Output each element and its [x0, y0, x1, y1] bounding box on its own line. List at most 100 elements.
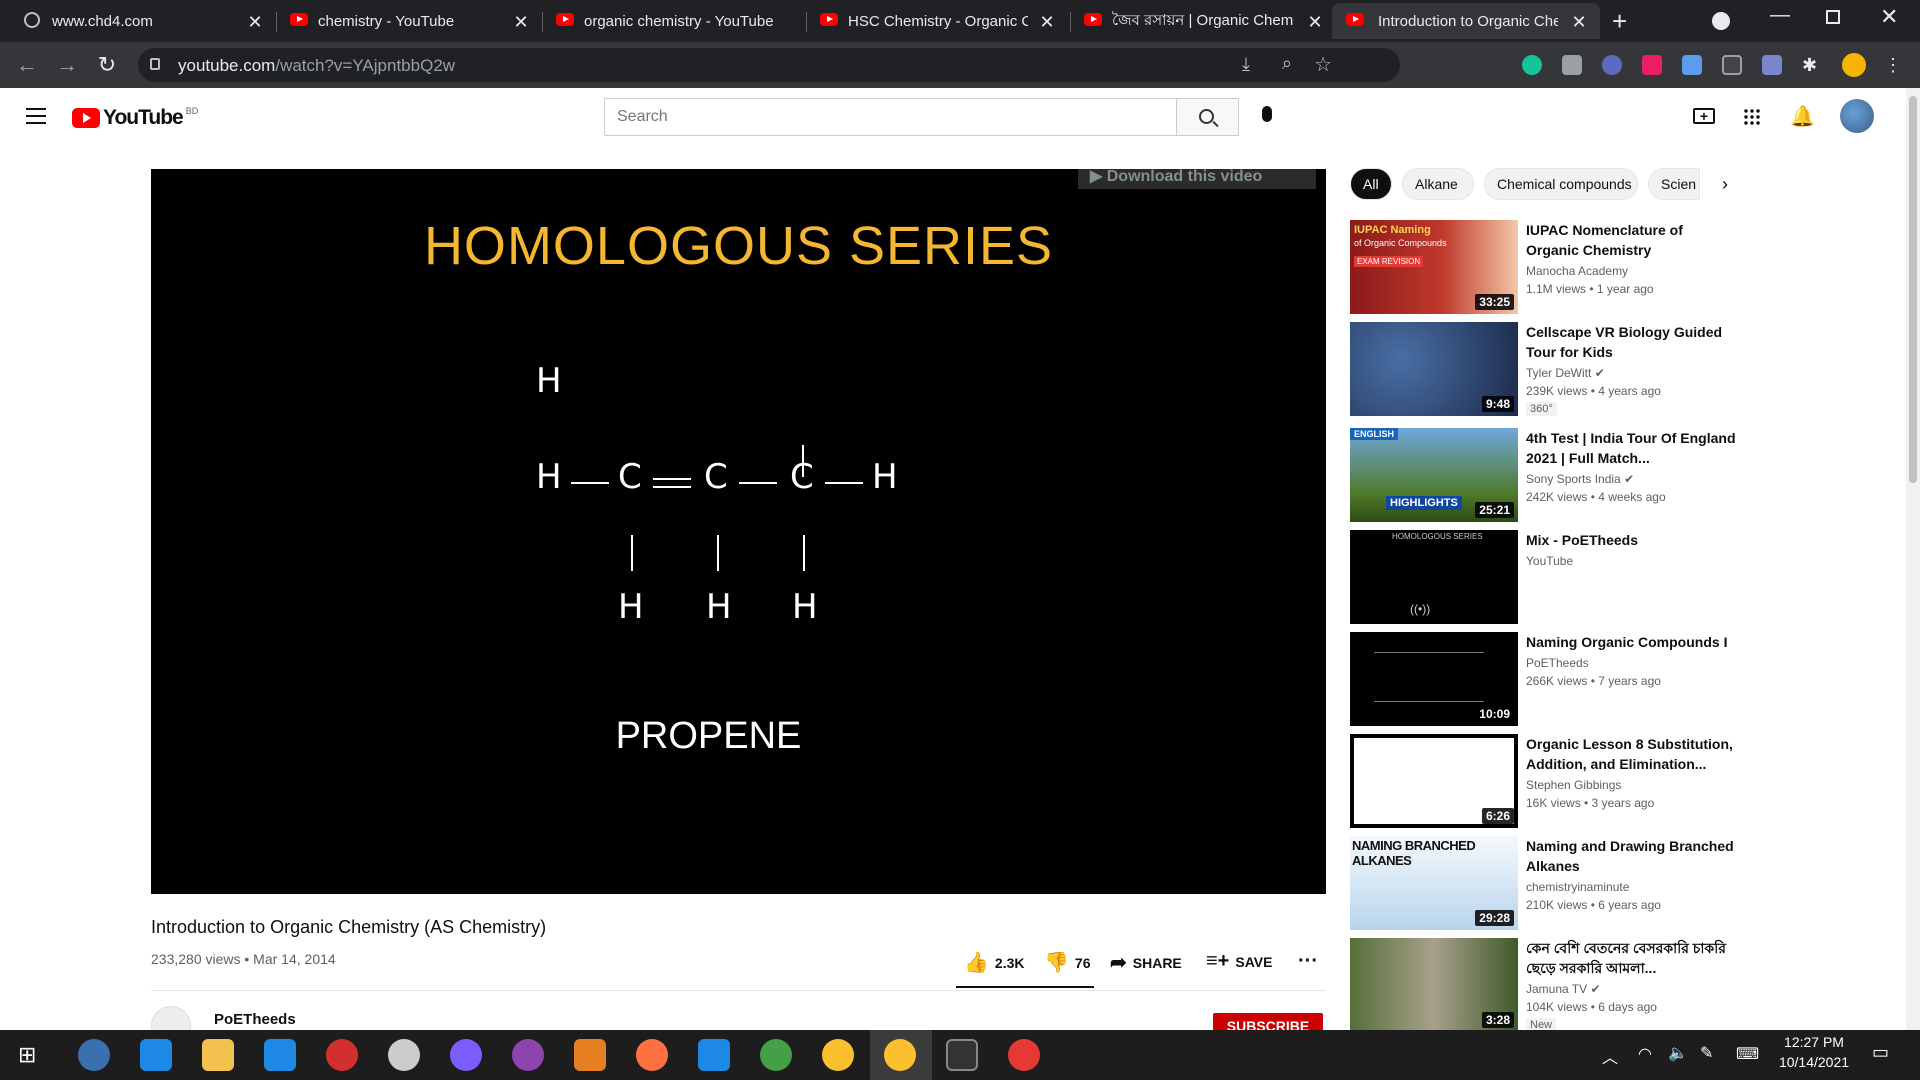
recommendation-item[interactable]: 6:26 Organic Lesson 8 Substitution, Addi… — [1350, 734, 1830, 830]
forward-button[interactable]: → — [54, 52, 80, 78]
keyboard-icon[interactable]: ⌨ — [1736, 1044, 1759, 1064]
wifi-icon[interactable]: ◠ — [1638, 1044, 1652, 1064]
recommendation-item[interactable]: ENGLISH HIGHLIGHTS 25:21 4th Test | Indi… — [1350, 428, 1830, 524]
app-icon[interactable] — [760, 1039, 792, 1071]
video-thumbnail[interactable]: 6:26 — [1350, 734, 1518, 828]
browser-menu-icon[interactable]: ⋮ — [1884, 55, 1904, 75]
screen-extension-icon[interactable] — [1722, 55, 1742, 75]
like-button[interactable]: 👍 2.3K — [964, 950, 1024, 975]
browser-tab-1[interactable]: www.chd4.com ✕ — [24, 3, 264, 39]
page-scrollbar[interactable] — [1906, 88, 1920, 1030]
share-button[interactable]: ➦ SHARE — [1110, 950, 1182, 975]
recommendation-item[interactable]: 9:48 Cellscape VR Biology Guided Tour fo… — [1350, 322, 1830, 418]
create-video-icon[interactable]: + — [1693, 108, 1715, 124]
video-player[interactable]: ▶ Download this video HOMOLOGOUS SERIES … — [151, 169, 1326, 894]
back-button[interactable]: ← — [14, 52, 40, 78]
microphone-icon[interactable] — [1262, 106, 1272, 122]
file-explorer-icon[interactable] — [202, 1039, 234, 1071]
close-tab-icon[interactable]: ✕ — [512, 12, 530, 33]
messenger-icon[interactable] — [450, 1039, 482, 1071]
reload-button[interactable]: ↻ — [94, 52, 120, 78]
recommendation-title: IUPAC Nomenclature of Organic Chemistry — [1526, 222, 1683, 258]
hamburger-menu-icon[interactable] — [26, 108, 46, 124]
region-code: BD — [185, 106, 199, 116]
close-tab-icon[interactable]: ✕ — [246, 12, 264, 33]
browser-tab-6-active[interactable]: Introduction to Organic Che ✕ — [1332, 3, 1600, 39]
video-thumbnail[interactable]: 3:28 — [1350, 938, 1518, 1030]
app-icon[interactable] — [78, 1039, 110, 1071]
video-thumbnail[interactable]: IUPAC Naming of Organic Compounds EXAM R… — [1350, 220, 1518, 314]
more-actions-icon[interactable]: ··· — [1298, 950, 1318, 973]
profile-avatar[interactable] — [1842, 53, 1866, 77]
video-thumbnail[interactable]: 10:09 — [1350, 632, 1518, 726]
browser-tab-5[interactable]: জৈব রসায়ন | Organic Chem ✕ — [1084, 3, 1324, 39]
puzzle-extensions-icon[interactable]: ✱ — [1802, 55, 1822, 75]
recommendation-item[interactable]: 10:09 Naming Organic Compounds I PoEThee… — [1350, 632, 1830, 728]
video-thumbnail[interactable]: ENGLISH HIGHLIGHTS 25:21 — [1350, 428, 1518, 522]
notifications-bell-icon[interactable]: 🔔 — [1790, 104, 1815, 129]
zoom-icon[interactable]: ⌕ — [1282, 53, 1292, 74]
address-bar[interactable]: youtube.com/watch?v=YAjpntbbQ2w ⤓ ⌕ ☆ — [138, 48, 1400, 82]
save-button[interactable]: ≡+ SAVE — [1206, 950, 1272, 973]
download-extension-icon[interactable] — [1682, 55, 1702, 75]
bookmark-star-icon[interactable]: ☆ — [1314, 52, 1332, 77]
recommendation-item[interactable]: IUPAC Naming of Organic Compounds EXAM R… — [1350, 220, 1830, 316]
chrome-icon[interactable] — [822, 1039, 854, 1071]
video-thumbnail[interactable]: NAMING BRANCHED ALKANES 29:28 — [1350, 836, 1518, 930]
chip-alkane[interactable]: Alkane — [1402, 168, 1474, 200]
pen-extension-icon[interactable] — [1762, 55, 1782, 75]
recommendation-item[interactable]: 3:28 কেন বেশি বেতনের বেসরকারি চাকরি ছেড়… — [1350, 938, 1830, 1030]
close-tab-icon[interactable]: ✕ — [1306, 12, 1324, 33]
chip-all[interactable]: All — [1350, 168, 1392, 200]
tab-search-icon[interactable] — [1712, 12, 1730, 30]
opera-icon[interactable] — [326, 1039, 358, 1071]
browser-tab-3[interactable]: organic chemistry - YouTube — [556, 3, 796, 39]
chrome-icon[interactable] — [884, 1039, 916, 1071]
recommendation-item[interactable]: HOMOLOGOUS SERIES ((•)) Mix - PoETheeds … — [1350, 530, 1830, 626]
volume-icon[interactable]: 🔈 — [1668, 1043, 1688, 1063]
download-video-button[interactable]: ▶ Download this video — [1078, 169, 1316, 189]
window-close-button[interactable]: ✕ — [1880, 4, 1898, 30]
close-tab-icon[interactable]: ✕ — [1038, 12, 1056, 33]
new-tab-button[interactable]: + — [1612, 6, 1627, 37]
recommendation-item[interactable]: NAMING BRANCHED ALKANES 29:28 Naming and… — [1350, 836, 1830, 932]
vscode-icon[interactable] — [698, 1039, 730, 1071]
mail-icon[interactable] — [264, 1039, 296, 1071]
minimize-button[interactable]: — — [1770, 4, 1790, 27]
windows-start-icon[interactable]: ⊞ — [18, 1042, 36, 1068]
apps-grid-icon[interactable] — [1743, 108, 1760, 125]
browser-tab-4[interactable]: HSC Chemistry - Organic Ch ✕ — [820, 3, 1056, 39]
terminal-icon[interactable] — [946, 1039, 978, 1071]
grammarly-extension-icon[interactable] — [1522, 55, 1542, 75]
video-thumbnail[interactable]: HOMOLOGOUS SERIES ((•)) — [1350, 530, 1518, 624]
close-tab-icon[interactable]: ✕ — [1570, 12, 1588, 33]
chip-chemical-compounds[interactable]: Chemical compounds — [1484, 168, 1638, 200]
youtube-logo[interactable]: YouTube BD — [72, 106, 198, 130]
restore-button[interactable] — [1826, 10, 1840, 24]
edge-icon[interactable] — [140, 1039, 172, 1071]
app-icon[interactable] — [388, 1039, 420, 1071]
clock-date[interactable]: 10/14/2021 — [1770, 1054, 1858, 1070]
clock-time[interactable]: 12:27 PM — [1774, 1034, 1854, 1050]
dislike-button[interactable]: 👎 76 — [1044, 950, 1090, 975]
github-icon[interactable] — [512, 1039, 544, 1071]
pen-icon[interactable]: ✎ — [1700, 1043, 1713, 1063]
play-extension-icon[interactable] — [1642, 55, 1662, 75]
save-label: SAVE — [1235, 953, 1273, 970]
browser-tab-2[interactable]: chemistry - YouTube ✕ — [290, 3, 530, 39]
install-icon[interactable]: ⤓ — [1242, 54, 1250, 75]
chip-science[interactable]: Scien — [1648, 168, 1700, 200]
chips-next-icon[interactable]: › — [1722, 174, 1728, 195]
tray-chevron-icon[interactable]: ︿ — [1602, 1044, 1618, 1068]
video-thumbnail[interactable]: 9:48 — [1350, 322, 1518, 416]
search-button[interactable] — [1177, 98, 1239, 136]
camera-extension-icon[interactable] — [1562, 55, 1582, 75]
firefox-icon[interactable] — [636, 1039, 668, 1071]
channel-name[interactable]: PoETheeds — [214, 1011, 296, 1028]
app-icon[interactable] — [574, 1039, 606, 1071]
notifications-center-icon[interactable]: ▭ — [1872, 1042, 1889, 1063]
account-avatar[interactable] — [1840, 99, 1874, 133]
chrome-icon[interactable] — [1008, 1039, 1040, 1071]
extension-icon[interactable] — [1602, 55, 1622, 75]
search-input[interactable] — [604, 98, 1177, 136]
